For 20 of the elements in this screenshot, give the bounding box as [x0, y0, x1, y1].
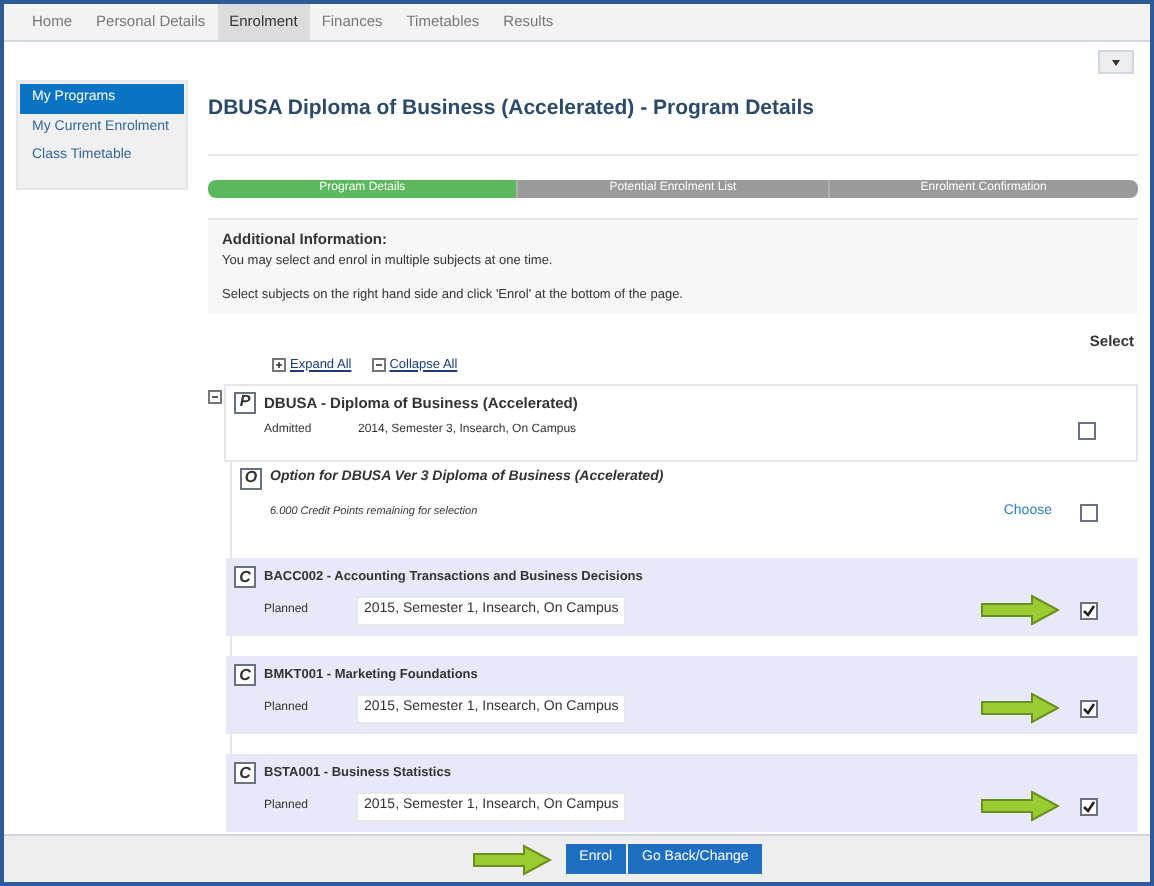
- expand-icon[interactable]: [272, 358, 286, 373]
- page-title: DBUSA Diploma of Business (Accelerated) - Program Details: [208, 94, 1138, 156]
- type-badge: P: [234, 391, 256, 414]
- type-badge: C: [234, 566, 256, 589]
- type-badge: C: [234, 762, 256, 785]
- checkbox[interactable]: [1080, 601, 1098, 620]
- arrow-icon: [980, 594, 1060, 627]
- type-badge: O: [240, 467, 262, 490]
- menu-dropdown-button[interactable]: [1098, 50, 1134, 74]
- collapse-toggle-icon[interactable]: [208, 389, 222, 403]
- checkbox[interactable]: [1078, 421, 1096, 440]
- caret-icon: [1112, 59, 1120, 65]
- checkbox[interactable]: [1080, 503, 1098, 521]
- arrow-icon: [471, 843, 552, 875]
- type-badge: C: [234, 664, 256, 687]
- checkbox[interactable]: [1080, 699, 1098, 718]
- checkbox[interactable]: [1080, 797, 1098, 816]
- collapse-icon[interactable]: [371, 358, 386, 373]
- arrow-icon: [980, 790, 1060, 823]
- arrow-icon: [980, 692, 1060, 725]
